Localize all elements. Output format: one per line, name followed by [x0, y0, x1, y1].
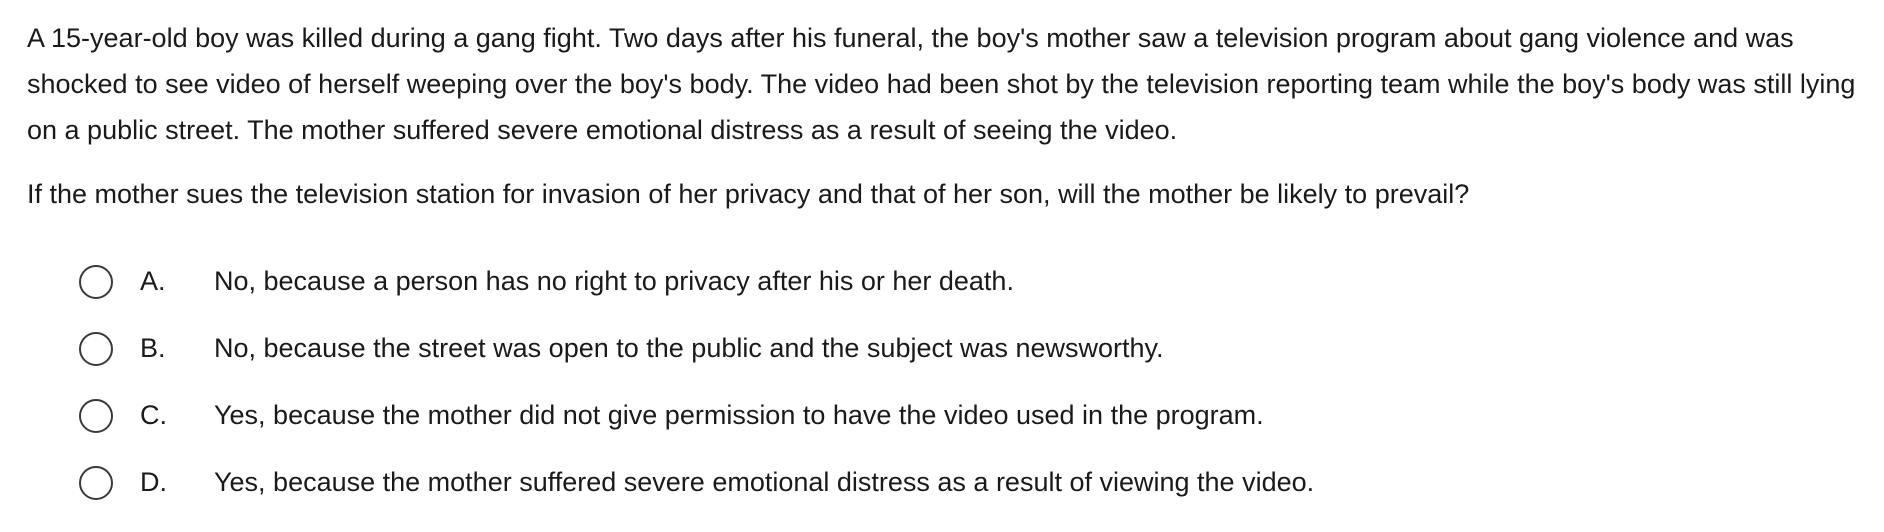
question-prompt: If the mother sues the television statio… [27, 179, 1470, 209]
radio-button-c[interactable] [79, 398, 113, 433]
option-letter: D. [140, 467, 167, 497]
option-text[interactable]: Yes, because the mother suffered severe … [214, 467, 1314, 498]
question-stem: A 15-year-old boy was killed during a ga… [27, 23, 1856, 145]
answer-option-d[interactable]: D. Yes, because the mother suffered seve… [27, 449, 1857, 516]
radio-button-a[interactable] [79, 264, 113, 299]
option-text[interactable]: Yes, because the mother did not give per… [214, 400, 1264, 431]
radio-button-d[interactable] [79, 465, 113, 500]
option-letter: A. [140, 266, 166, 296]
option-letter: C. [140, 400, 167, 430]
option-text[interactable]: No, because the street was open to the p… [214, 333, 1164, 364]
answer-option-a[interactable]: A. No, because a person has no right to … [27, 248, 1857, 315]
question-panel: A 15-year-old boy was killed during a ga… [0, 0, 1884, 532]
answer-options: A. No, because a person has no right to … [27, 248, 1857, 516]
radio-button-b[interactable] [79, 331, 113, 366]
option-letter: B. [140, 333, 166, 363]
answer-option-c[interactable]: C. Yes, because the mother did not give … [27, 382, 1857, 449]
answer-option-b[interactable]: B. No, because the street was open to th… [27, 315, 1857, 382]
option-text[interactable]: No, because a person has no right to pri… [214, 266, 1014, 297]
